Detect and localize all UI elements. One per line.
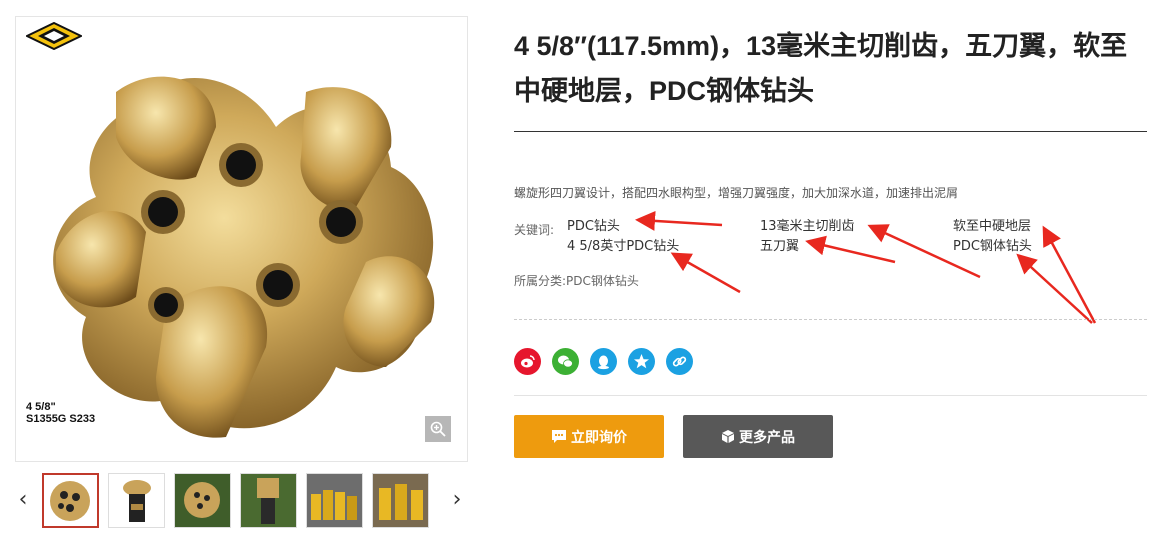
- share-copy-link-button[interactable]: [666, 348, 693, 375]
- more-products-button[interactable]: 更多产品: [683, 415, 833, 458]
- thumbnail-image: [175, 474, 230, 527]
- share-qq-button[interactable]: [590, 348, 617, 375]
- caption-model: S1355G S233: [26, 413, 96, 425]
- copy-link-icon: [672, 356, 687, 367]
- thumbnail-image: [109, 474, 164, 527]
- qzone-icon: [634, 354, 649, 369]
- keywords-label: 关键词:: [514, 223, 555, 237]
- image-caption: 4 5/8" S1355G S233: [26, 401, 95, 425]
- thumbnail[interactable]: [240, 473, 297, 528]
- zoom-button[interactable]: [425, 416, 451, 442]
- qq-icon: [598, 355, 609, 370]
- more-products-label: 更多产品: [739, 429, 795, 446]
- thumbnail-image: [307, 474, 362, 527]
- annotation-arrows: [635, 210, 1097, 324]
- main-product-image[interactable]: [15, 16, 468, 462]
- caption-size: 4 5/8": [26, 401, 56, 413]
- thumbnail[interactable]: [108, 473, 165, 528]
- thumbs-prev-arrow[interactable]: ‹: [14, 485, 32, 515]
- drill-bit-image: [53, 76, 435, 438]
- inquiry-button[interactable]: 立即询价: [514, 415, 664, 458]
- thumbnail[interactable]: [42, 473, 99, 528]
- thumbnail[interactable]: [174, 473, 231, 528]
- weibo-icon: [521, 355, 535, 368]
- share-qzone-button[interactable]: [628, 348, 655, 375]
- thumbnail-image: [44, 475, 97, 526]
- thumbnail-image: [373, 474, 428, 527]
- chat-icon: [552, 430, 566, 443]
- zoom-icon: [430, 421, 446, 437]
- cube-icon: [722, 430, 734, 443]
- product-title: 4 5/8″(117.5mm)，13毫米主切削齿，五刀翼，软至中硬地层，PDC钢…: [514, 31, 1128, 106]
- wechat-icon: [558, 355, 573, 368]
- title-divider: [514, 131, 1147, 132]
- brand-logo: [24, 21, 84, 54]
- thumbs-next-arrow[interactable]: ›: [448, 485, 466, 515]
- dashed-divider: [514, 319, 1147, 320]
- share-wechat-button[interactable]: [552, 348, 579, 375]
- share-divider: [514, 395, 1147, 396]
- product-category: 所属分类:PDC钢体钻头: [514, 274, 639, 288]
- share-weibo-button[interactable]: [514, 348, 541, 375]
- inquiry-button-label: 立即询价: [571, 429, 627, 446]
- thumbnail[interactable]: [372, 473, 429, 528]
- thumbnail[interactable]: [306, 473, 363, 528]
- thumbnail-image: [241, 474, 296, 527]
